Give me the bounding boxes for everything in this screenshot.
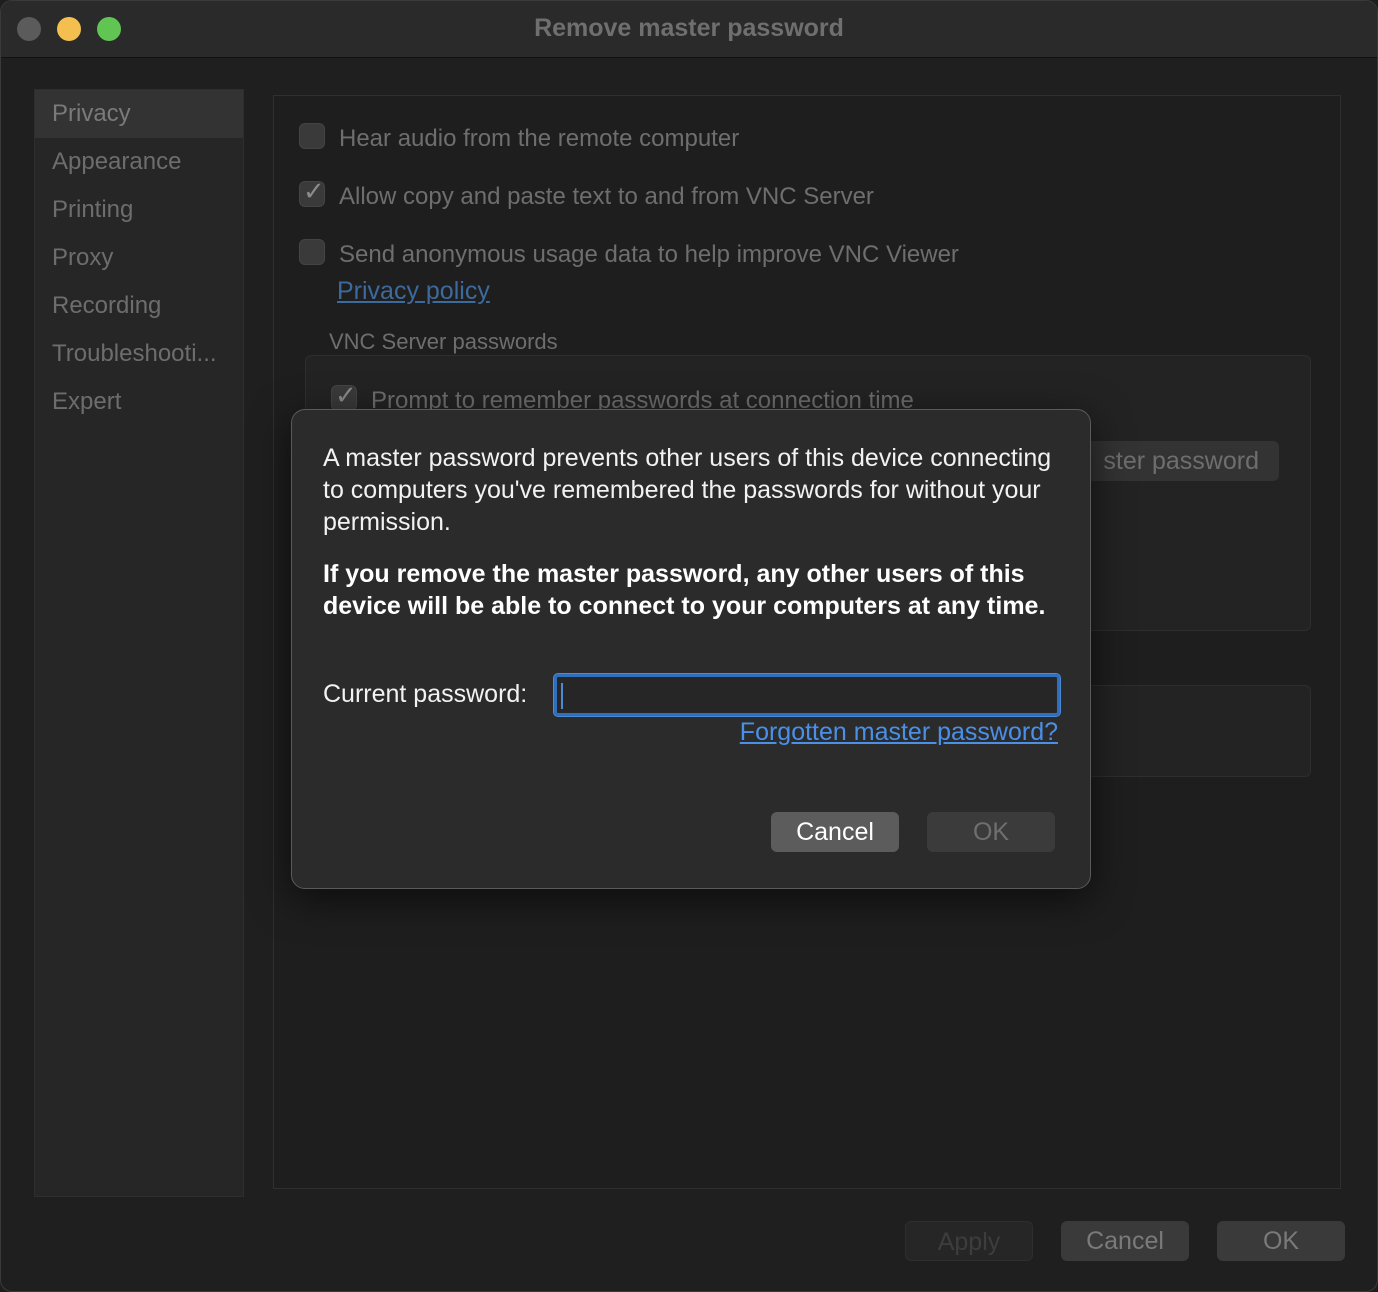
current-password-label: Current password: — [323, 680, 528, 708]
copy-paste-label: Allow copy and paste text to and from VN… — [339, 183, 874, 210]
cancel-button[interactable]: Cancel — [1061, 1221, 1189, 1261]
sidebar-item-appearance[interactable]: Appearance — [35, 138, 243, 186]
hear-audio-label: Hear audio from the remote computer — [339, 125, 740, 152]
sidebar-item-proxy[interactable]: Proxy — [35, 234, 243, 282]
remove-master-password-dialog: A master password prevents other users o… — [291, 409, 1091, 889]
privacy-policy-link[interactable]: Privacy policy — [337, 277, 490, 306]
checkmark-icon: ✓ — [335, 381, 357, 411]
sidebar: Privacy Appearance Printing Proxy Record… — [34, 89, 244, 1197]
copy-paste-checkbox[interactable]: ✓ — [299, 177, 325, 207]
master-password-button[interactable]: ster password — [1061, 441, 1279, 481]
hear-audio-checkbox[interactable] — [299, 123, 325, 149]
sidebar-item-printing[interactable]: Printing — [35, 186, 243, 234]
server-passwords-group-title: VNC Server passwords — [329, 329, 558, 354]
sidebar-item-privacy[interactable]: Privacy — [35, 90, 243, 138]
ok-button[interactable]: OK — [1217, 1221, 1345, 1261]
checkmark-icon: ✓ — [303, 177, 325, 207]
apply-button[interactable]: Apply — [905, 1221, 1033, 1261]
dialog-warning-text: If you remove the master password, any o… — [323, 560, 1046, 620]
sidebar-item-expert[interactable]: Expert — [35, 378, 243, 426]
secondary-group — [1081, 685, 1311, 777]
preferences-window: Remove master password Privacy Appearanc… — [0, 0, 1378, 1292]
forgotten-password-link[interactable]: Forgotten master password? — [740, 718, 1058, 747]
text-caret — [561, 683, 563, 709]
remember-prompt-checkbox[interactable]: ✓ — [331, 381, 357, 411]
usage-data-label: Send anonymous usage data to help improv… — [339, 241, 959, 268]
window-title: Remove master password — [534, 14, 844, 42]
dialog-ok-button[interactable]: OK — [927, 812, 1055, 852]
sidebar-item-recording[interactable]: Recording — [35, 282, 243, 330]
title-bar: Remove master password — [1, 1, 1377, 58]
usage-data-checkbox[interactable] — [299, 239, 325, 265]
dialog-info-text: A master password prevents other users o… — [323, 444, 1052, 536]
sidebar-item-troubleshooting[interactable]: Troubleshooti... — [35, 330, 243, 378]
dialog-cancel-button[interactable]: Cancel — [771, 812, 899, 852]
current-password-input[interactable] — [553, 673, 1061, 717]
